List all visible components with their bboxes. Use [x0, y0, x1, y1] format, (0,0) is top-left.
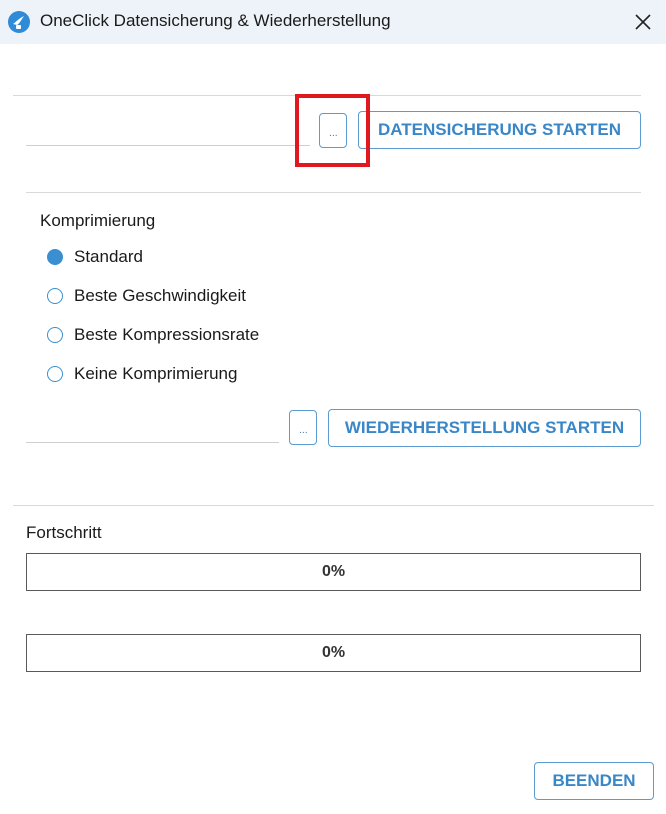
radio-unchecked-icon	[47, 366, 63, 382]
restore-path-field[interactable]	[26, 442, 279, 443]
app-logo-icon	[8, 11, 30, 33]
progress-label: Fortschritt	[26, 523, 102, 542]
browse-label: ...	[299, 426, 308, 436]
divider	[26, 192, 641, 193]
progress-bar: 0%	[26, 634, 641, 672]
radio-unchecked-icon	[47, 327, 63, 343]
radio-checked-icon	[47, 249, 63, 265]
window-title: OneClick Datensicherung & Wiederherstell…	[40, 11, 391, 30]
progress-bar: 0%	[26, 553, 641, 591]
compression-label: Komprimierung	[40, 211, 156, 230]
divider	[13, 505, 654, 506]
radio-no-compression[interactable]: Keine Komprimierung	[47, 363, 237, 385]
highlight-box	[295, 94, 370, 167]
close-icon[interactable]	[630, 9, 656, 35]
radio-best-speed[interactable]: Beste Geschwindigkeit	[47, 285, 246, 307]
start-backup-button[interactable]: DATENSICHERUNG STARTEN	[358, 111, 641, 149]
start-restore-button[interactable]: WIEDERHERSTELLUNG STARTEN	[328, 409, 641, 447]
backup-path-field[interactable]	[26, 145, 310, 146]
radio-best-compression[interactable]: Beste Kompressionsrate	[47, 324, 259, 346]
radio-label: Beste Kompressionsrate	[74, 325, 260, 344]
radio-label: Keine Komprimierung	[74, 364, 238, 383]
radio-label: Beste Geschwindigkeit	[74, 286, 246, 305]
radio-standard[interactable]: Standard	[47, 246, 143, 268]
title-bar: OneClick Datensicherung & Wiederherstell…	[0, 0, 666, 44]
radio-label: Standard	[74, 247, 143, 266]
finish-button[interactable]: BEENDEN	[534, 762, 654, 800]
radio-unchecked-icon	[47, 288, 63, 304]
restore-browse-button[interactable]: ...	[289, 410, 317, 445]
